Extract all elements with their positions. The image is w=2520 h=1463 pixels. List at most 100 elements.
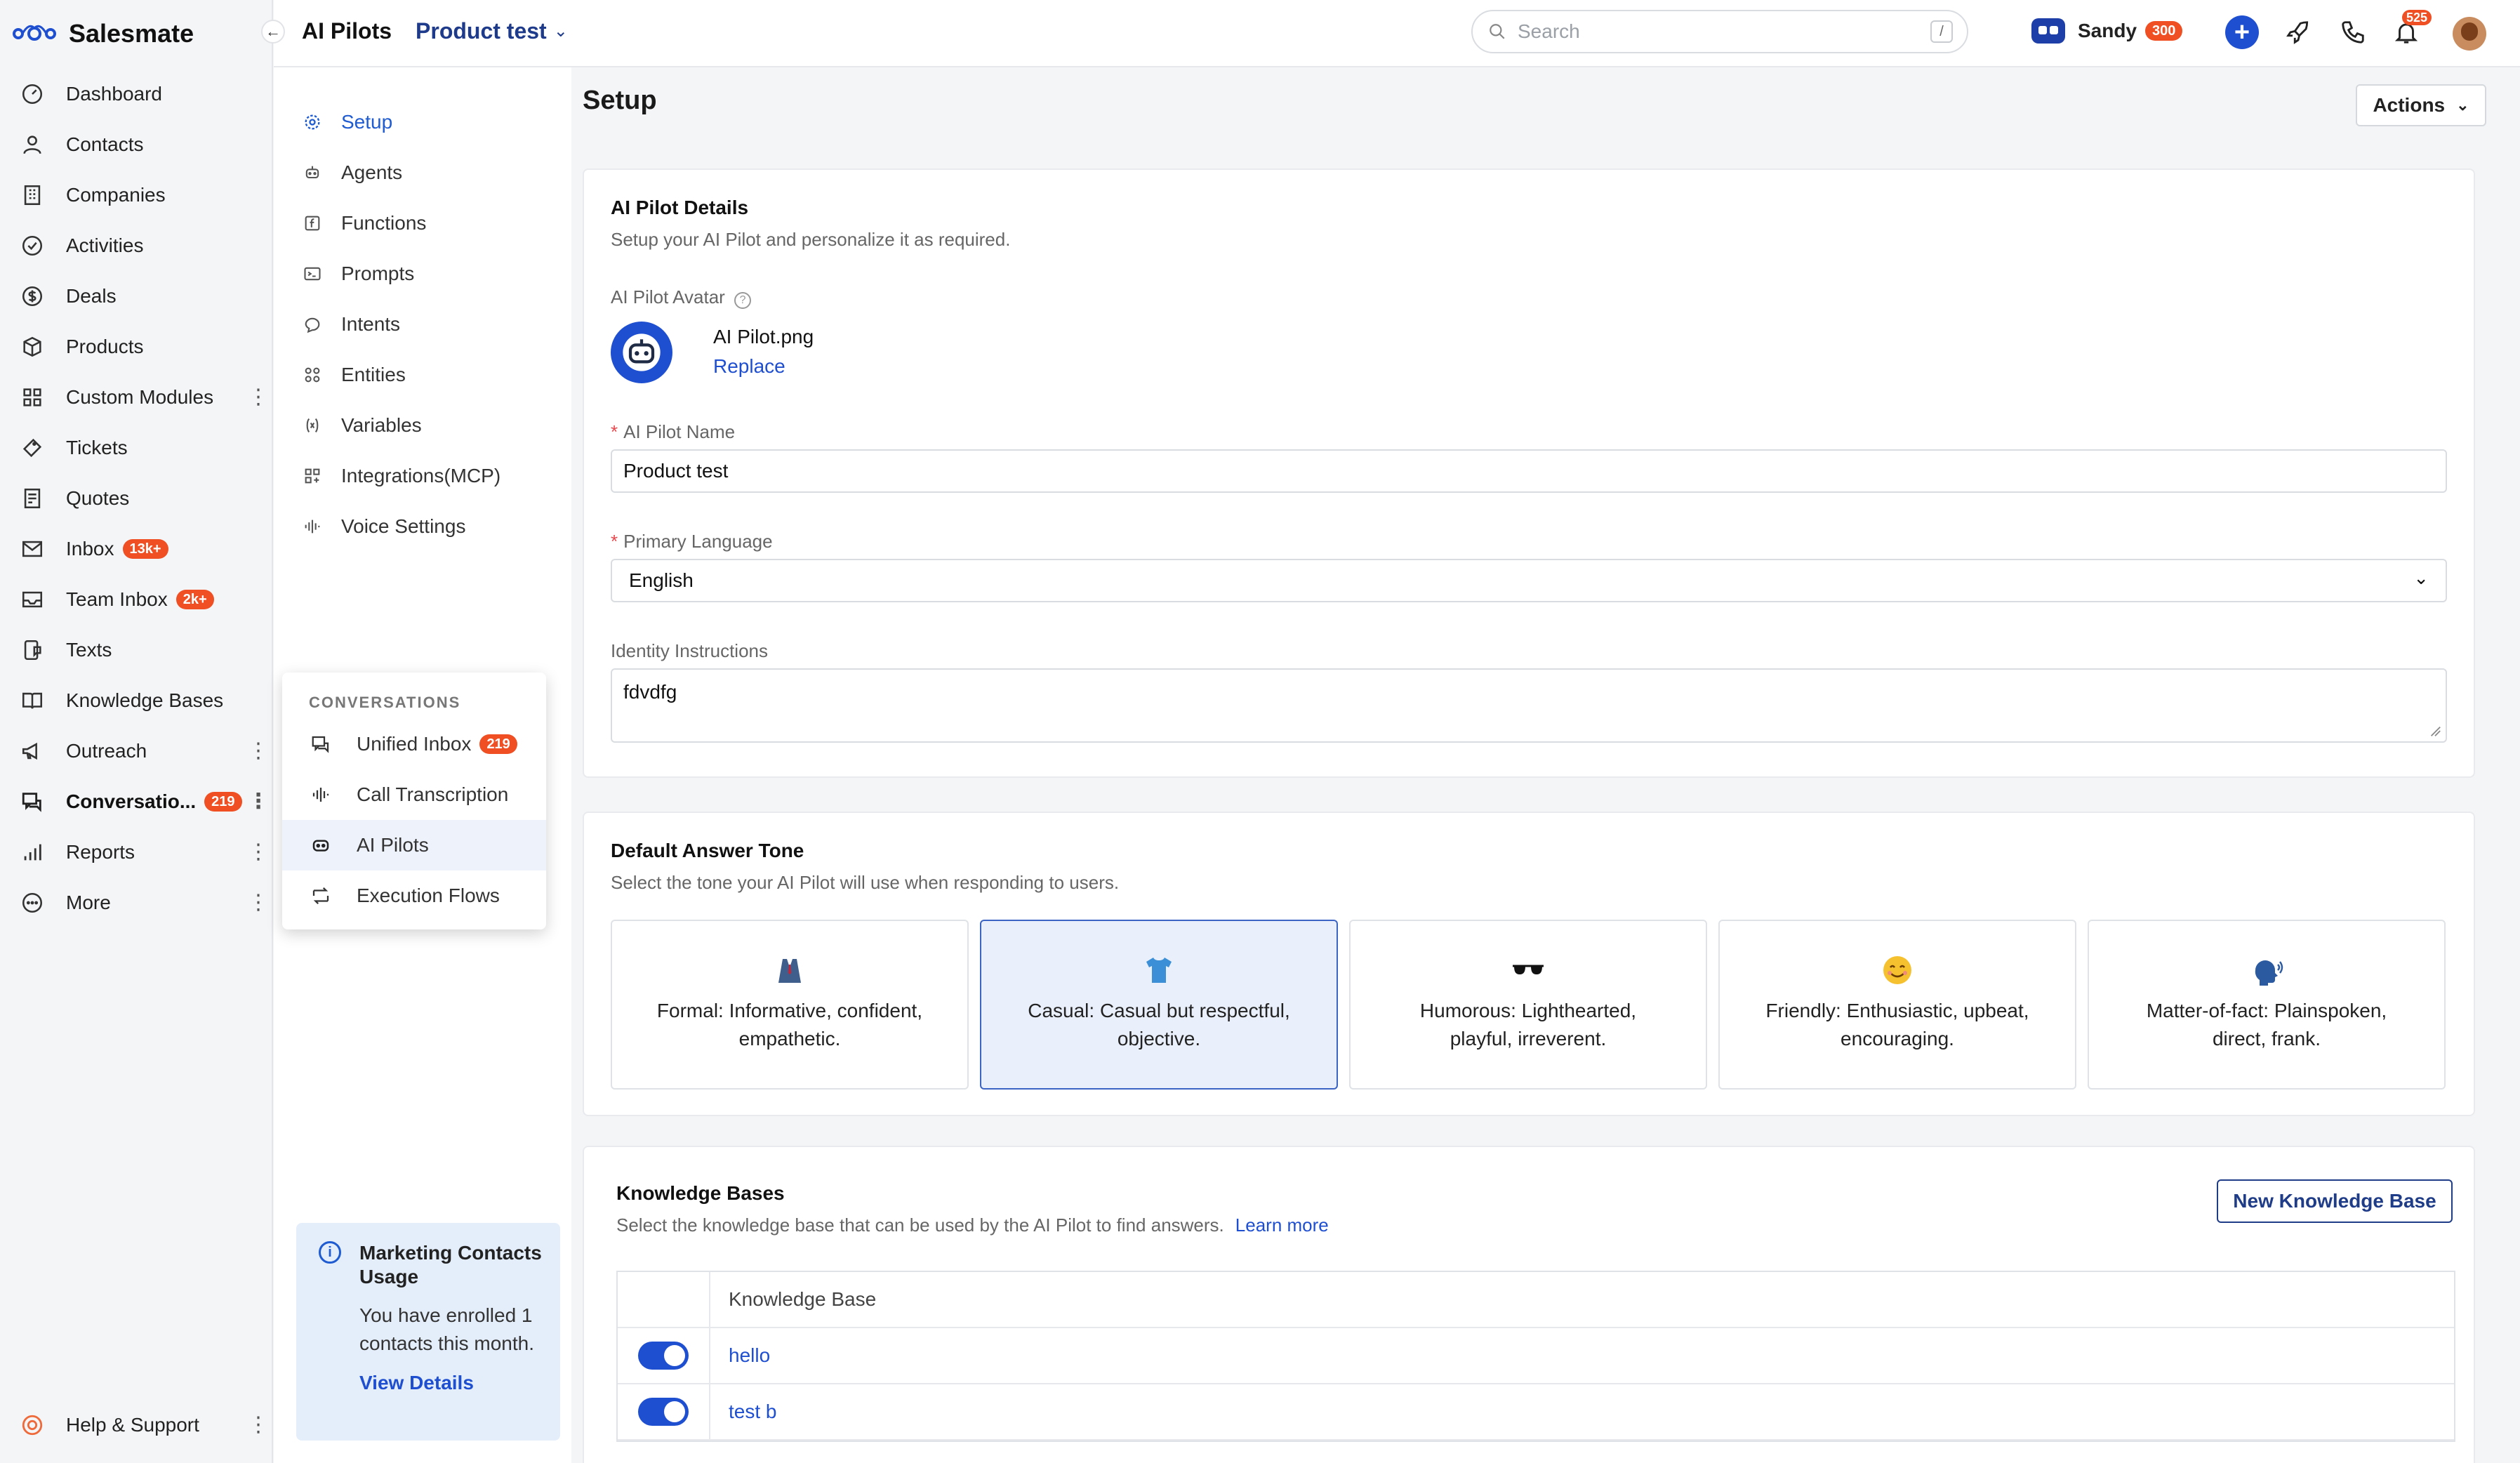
nav-item-more[interactable]: More ⋮ xyxy=(0,878,273,928)
nav-item-knowledge-bases[interactable]: Knowledge Bases xyxy=(0,675,273,726)
flyout-item-execution-flows[interactable]: Execution Flows xyxy=(282,870,546,921)
tone-label: encouraging. xyxy=(1841,1028,1954,1050)
subnav-item-agents[interactable]: Agents xyxy=(274,147,571,198)
replace-avatar-link[interactable]: Replace xyxy=(713,355,785,378)
flyout-item-ai-pilots[interactable]: AI Pilots xyxy=(282,820,546,870)
tshirt-emoji-icon xyxy=(1146,958,1172,983)
tone-label: Humorous: Lighthearted, xyxy=(1419,1000,1637,1021)
nav-item-inbox[interactable]: Inbox 13k+ xyxy=(0,524,273,574)
subnav-item-setup[interactable]: Setup xyxy=(274,97,571,147)
subnav-item-prompts[interactable]: Prompts xyxy=(274,249,571,299)
nav-item-companies[interactable]: Companies xyxy=(0,170,273,220)
table-header-row: Knowledge Base xyxy=(618,1272,2454,1328)
user-icon xyxy=(20,132,45,157)
more-vertical-icon[interactable]: ⋮ xyxy=(248,741,269,762)
more-vertical-icon[interactable]: ⋮ xyxy=(248,892,269,913)
resize-handle-icon[interactable] xyxy=(2429,724,2441,737)
more-vertical-icon[interactable]: ⋮ xyxy=(248,842,269,863)
nav-item-team-inbox[interactable]: Team Inbox 2k+ xyxy=(0,574,273,625)
main-sidebar: Salesmate Dashboard Contacts Companies A… xyxy=(0,0,273,1463)
help-circle-icon[interactable]: ? xyxy=(734,292,752,309)
ai-pilot-name-input[interactable]: Product test xyxy=(611,449,2447,493)
breadcrumb-current[interactable]: Product test xyxy=(416,18,547,44)
suit-emoji-icon xyxy=(778,959,801,983)
ai-bot-icon xyxy=(2031,18,2065,44)
waveform-icon xyxy=(309,784,333,805)
section-desc: Select the knowledge base that can be us… xyxy=(616,1214,1329,1236)
actions-button[interactable]: Actions ⌄ xyxy=(2356,84,2486,126)
bar-chart-icon xyxy=(20,840,45,865)
flyout-item-unified-inbox[interactable]: Unified Inbox 219 xyxy=(282,719,546,769)
kb-name-link[interactable]: hello xyxy=(710,1344,770,1367)
identity-instructions-textarea[interactable]: fdvdfg xyxy=(611,668,2447,743)
brand[interactable]: Salesmate xyxy=(11,14,194,53)
subnav-item-intents[interactable]: Intents xyxy=(274,299,571,350)
nav-item-activities[interactable]: Activities xyxy=(0,220,273,271)
subnav-item-variables[interactable]: Variables xyxy=(274,400,571,451)
nav-item-conversations[interactable]: Conversatio... 219 ⋮ xyxy=(0,776,273,827)
table-row: hello xyxy=(618,1328,2454,1384)
nav-item-products[interactable]: Products xyxy=(0,322,273,372)
message-icon xyxy=(300,315,324,334)
notifications-button[interactable]: 525 xyxy=(2389,10,2432,49)
avatar[interactable] xyxy=(2453,17,2486,51)
subnav-item-functions[interactable]: Functions xyxy=(274,198,571,249)
breadcrumb-root[interactable]: AI Pilots xyxy=(302,18,392,44)
breadcrumb: AI Pilots Product test ⌄ xyxy=(302,18,568,44)
user-switcher[interactable]: Sandy 300 xyxy=(2031,18,2183,44)
chevron-down-icon: ⌄ xyxy=(2413,567,2429,588)
flyout-label: Unified Inbox xyxy=(357,733,472,755)
nav-item-reports[interactable]: Reports ⋮ xyxy=(0,827,273,878)
chat-icon xyxy=(309,734,333,755)
flyout-item-call-transcription[interactable]: Call Transcription xyxy=(282,769,546,820)
subnav-item-entities[interactable]: Entities xyxy=(274,350,571,400)
search-input[interactable] xyxy=(1518,20,1930,43)
nav-item-texts[interactable]: Texts xyxy=(0,625,273,675)
subnav-label: Variables xyxy=(341,414,422,436)
tone-label: objective. xyxy=(1117,1028,1201,1050)
nav-item-dashboard[interactable]: Dashboard xyxy=(0,69,273,119)
tone-option-matter-of-fact[interactable]: Matter-of-fact: Plainspoken, direct, fran… xyxy=(2088,920,2446,1090)
search-box[interactable]: / xyxy=(1471,10,1968,53)
rocket-button[interactable] xyxy=(2281,15,2315,49)
nav-item-quotes[interactable]: Quotes xyxy=(0,473,273,524)
tone-option-humorous[interactable]: Humorous: Lighthearted, playful, irrevere… xyxy=(1349,920,1707,1090)
ai-pilot-details-card: AI Pilot Details Setup your AI Pilot and… xyxy=(583,168,2475,778)
nav-item-custom-modules[interactable]: Custom Modules ⋮ xyxy=(0,372,273,423)
megaphone-icon xyxy=(20,739,45,764)
tone-option-friendly[interactable]: Friendly: Enthusiastic, upbeat, encouragi… xyxy=(1718,920,2076,1090)
learn-more-link[interactable]: Learn more xyxy=(1235,1214,1329,1236)
robot-icon xyxy=(309,835,333,856)
more-vertical-icon[interactable]: ⋮ xyxy=(248,1415,269,1436)
phone-button[interactable] xyxy=(2336,15,2370,49)
arrow-left-icon: ← xyxy=(265,22,281,40)
primary-language-select[interactable]: English ⌄ xyxy=(611,559,2447,602)
nav-item-help[interactable]: Help & Support ⋮ xyxy=(0,1400,273,1450)
tone-label: playful, irreverent. xyxy=(1450,1028,1607,1050)
terminal-icon xyxy=(300,264,324,284)
nav-item-deals[interactable]: Deals xyxy=(0,271,273,322)
nav-item-tickets[interactable]: Tickets xyxy=(0,423,273,473)
nav-label: Outreach xyxy=(66,740,147,762)
more-vertical-icon[interactable]: ⋮ xyxy=(248,387,269,408)
more-vertical-icon[interactable]: ⋮ xyxy=(248,791,269,812)
chevron-down-icon[interactable]: ⌄ xyxy=(554,21,568,41)
nav-item-contacts[interactable]: Contacts xyxy=(0,119,273,170)
tone-option-casual[interactable]: Casual: Casual but respectful, objective. xyxy=(980,920,1338,1090)
kb-enable-toggle[interactable] xyxy=(638,1398,689,1426)
add-button[interactable]: + xyxy=(2225,15,2259,49)
kb-enable-toggle[interactable] xyxy=(638,1342,689,1370)
section-title: AI Pilot Details xyxy=(611,197,749,218)
collapse-sidebar-button[interactable]: ← xyxy=(261,20,285,44)
header-toggle-cell xyxy=(618,1272,710,1327)
nav-item-outreach[interactable]: Outreach ⋮ xyxy=(0,726,273,776)
nav-label: Knowledge Bases xyxy=(66,689,224,711)
tone-option-formal[interactable]: Formal: Informative, confident, empatheti… xyxy=(611,920,969,1090)
usage-body: You have enrolled 1 contacts this month. xyxy=(359,1304,535,1354)
subnav-item-integrations[interactable]: Integrations(MCP) xyxy=(274,451,571,501)
kb-name-link[interactable]: test b xyxy=(710,1401,776,1423)
view-details-link[interactable]: View Details xyxy=(359,1372,546,1394)
chevron-down-icon: ⌄ xyxy=(2456,96,2469,114)
subnav-item-voice-settings[interactable]: Voice Settings xyxy=(274,501,571,552)
new-knowledge-base-button[interactable]: New Knowledge Base xyxy=(2217,1179,2453,1223)
